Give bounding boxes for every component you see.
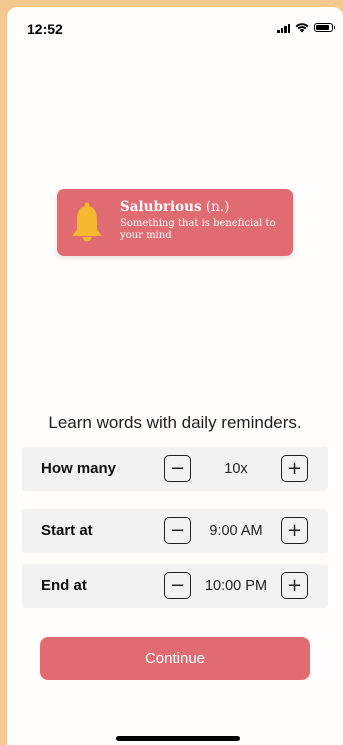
status-bar: 12:52 [7, 7, 343, 51]
status-time: 12:52 [27, 21, 63, 37]
notification-part-of-speech: (n.) [205, 199, 230, 215]
home-indicator[interactable] [116, 736, 240, 741]
notification-text: Salubrious (n.) Something that is benefi… [120, 199, 280, 242]
end-at-increment-button[interactable]: + [281, 572, 308, 599]
notification-preview-card: Salubrious (n.) Something that is benefi… [57, 189, 293, 256]
how-many-value: 10x [224, 461, 248, 477]
notification-definition: Something that is beneficial to your min… [120, 218, 276, 241]
phone-screen: 12:52 Salubrious (n.) Something that is [7, 7, 343, 745]
end-at-label: End at [41, 577, 87, 594]
status-icons [277, 22, 335, 33]
tagline: Learn words with daily reminders. [48, 413, 302, 432]
notification-word: Salubrious [120, 199, 202, 215]
wifi-icon [295, 23, 309, 33]
signal-icon [277, 23, 290, 33]
end-at-value: 10:00 PM [204, 578, 268, 594]
how-many-decrement-button[interactable]: − [164, 455, 191, 482]
battery-icon [314, 23, 335, 32]
how-many-label: How many [41, 460, 117, 477]
end-at-row: End at − 10:00 PM + [22, 564, 328, 608]
start-at-value: 9:00 AM [209, 523, 263, 539]
continue-button[interactable]: Continue [40, 637, 310, 680]
how-many-increment-button[interactable]: + [281, 455, 308, 482]
bell-icon [72, 202, 102, 242]
end-at-decrement-button[interactable]: − [164, 572, 191, 599]
start-at-decrement-button[interactable]: − [164, 517, 191, 544]
start-at-row: Start at − 9:00 AM + [22, 509, 328, 553]
start-at-increment-button[interactable]: + [281, 517, 308, 544]
start-at-label: Start at [41, 522, 93, 539]
how-many-row: How many − 10x + [22, 447, 328, 491]
